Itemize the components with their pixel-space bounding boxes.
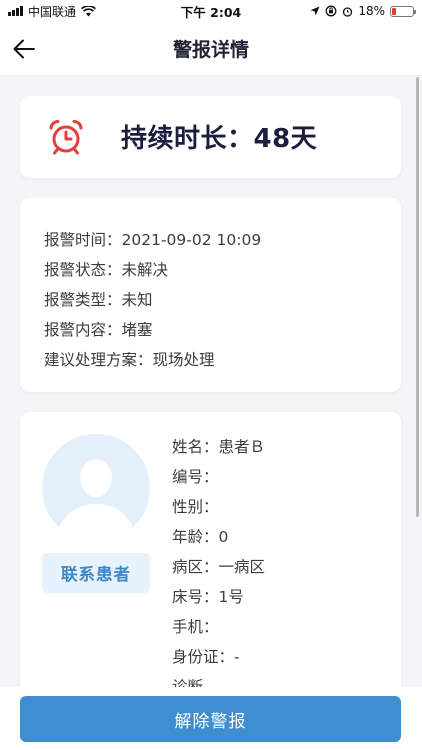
- field-value: 一病区: [218, 558, 266, 576]
- field-value: 0: [218, 528, 229, 546]
- info-value: 2021-09-02 10:09: [121, 231, 262, 249]
- duration-card: 持续时长：48天: [20, 96, 401, 178]
- patient-phone-row: 手机：: [172, 612, 265, 642]
- status-right: 18%: [310, 4, 416, 18]
- info-value: 未知: [121, 291, 153, 309]
- suggested-action-row: 建议处理方案： 现场处理: [44, 345, 401, 375]
- patient-name-row: 姓名：患者Ｂ: [172, 432, 265, 462]
- field-label: 诊断: [172, 678, 204, 687]
- field-label: 床号：: [172, 588, 219, 606]
- patient-diagnosis-row: 诊断: [172, 672, 265, 687]
- patient-gender-row: 性别：: [172, 492, 265, 522]
- field-label: 姓名：: [172, 438, 219, 456]
- alert-time-row: 报警时间： 2021-09-02 10:09: [44, 225, 401, 255]
- carrier-label: 中国联通: [28, 4, 77, 19]
- status-bar: 中国联通 下午 2:04 18%: [0, 0, 422, 22]
- bottom-action-bar: 解除警报: [0, 687, 422, 750]
- alert-info-card: 报警时间： 2021-09-02 10:09 报警状态： 未解决 报警类型： 未…: [20, 198, 401, 392]
- duration-text: 持续时长：48天: [121, 124, 318, 154]
- info-label: 报警状态：: [44, 261, 122, 279]
- info-value: 未解决: [121, 261, 169, 279]
- info-label: 建议处理方案：: [44, 351, 153, 369]
- field-label: 年龄：: [172, 528, 219, 546]
- wifi-icon: [81, 5, 97, 16]
- field-value: 患者Ｂ: [218, 438, 266, 456]
- field-value: 1号: [218, 588, 244, 606]
- arrow-left-icon: [13, 39, 35, 59]
- detail-content[interactable]: 持续时长：48天 报警时间： 2021-09-02 10:09 报警状态： 未解…: [0, 77, 422, 687]
- info-label: 报警类型：: [44, 291, 122, 309]
- patient-fields: 姓名：患者Ｂ 编号： 性别： 年龄：0 病区：一病区 床号：1号 手机： 身份证…: [172, 432, 265, 687]
- alert-content-row: 报警内容： 堵塞: [44, 315, 401, 345]
- scrollbar[interactable]: [416, 77, 419, 517]
- field-label: 手机：: [172, 618, 219, 636]
- patient-id-row: 编号：: [172, 462, 265, 492]
- orientation-lock-icon: [325, 5, 337, 17]
- page-title: 警报详情: [172, 39, 249, 61]
- location-arrow-icon: [310, 6, 320, 16]
- user-avatar-icon: [56, 459, 136, 542]
- battery-percent: 18%: [358, 4, 385, 18]
- patient-card: 联系患者 姓名：患者Ｂ 编号： 性别： 年龄：0 病区：一病区 床号：1号 手机…: [20, 412, 401, 687]
- alarm-clock-icon: [49, 119, 83, 155]
- avatar: [42, 434, 150, 542]
- nav-bar: 警报详情: [0, 22, 422, 76]
- info-value: 堵塞: [121, 321, 153, 339]
- info-label: 报警内容：: [44, 321, 122, 339]
- info-label: 报警时间：: [44, 231, 122, 249]
- release-alarm-button[interactable]: 解除警报: [20, 696, 401, 742]
- battery-icon: [390, 5, 416, 17]
- back-button[interactable]: [10, 35, 38, 63]
- patient-bed-row: 床号：1号: [172, 582, 265, 612]
- alert-status-row: 报警状态： 未解决: [44, 255, 401, 285]
- alarm-status-icon: [343, 6, 353, 17]
- contact-patient-button[interactable]: 联系患者: [42, 553, 150, 593]
- patient-idcard-row: 身份证：-: [172, 642, 265, 672]
- field-label: 病区：: [172, 558, 219, 576]
- info-value: 现场处理: [152, 351, 215, 369]
- status-left: 中国联通: [8, 3, 97, 20]
- patient-ward-row: 病区：一病区: [172, 552, 265, 582]
- battery-level: [392, 7, 396, 15]
- signal-icon: [8, 6, 23, 16]
- field-label: 性别：: [172, 498, 219, 516]
- field-label: 编号：: [172, 468, 219, 486]
- field-value: -: [234, 648, 240, 666]
- alert-type-row: 报警类型： 未知: [44, 285, 401, 315]
- field-label: 身份证：: [172, 648, 235, 666]
- patient-age-row: 年龄：0: [172, 522, 265, 552]
